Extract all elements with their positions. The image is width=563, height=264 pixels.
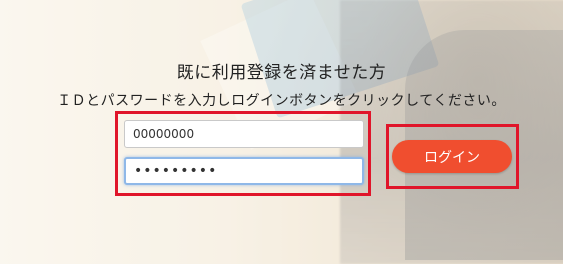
id-input[interactable]: [124, 120, 364, 148]
login-button[interactable]: ログイン: [392, 140, 512, 173]
login-heading: 既に利用登録を済ませた方: [176, 63, 387, 83]
login-page: 既に利用登録を済ませた方 ＩＤとパスワードを入力しログインボタンをクリックしてく…: [0, 0, 563, 264]
login-instruction: ＩＤとパスワードを入力しログインボタンをクリックしてください。: [57, 93, 506, 109]
password-input[interactable]: [124, 157, 364, 185]
